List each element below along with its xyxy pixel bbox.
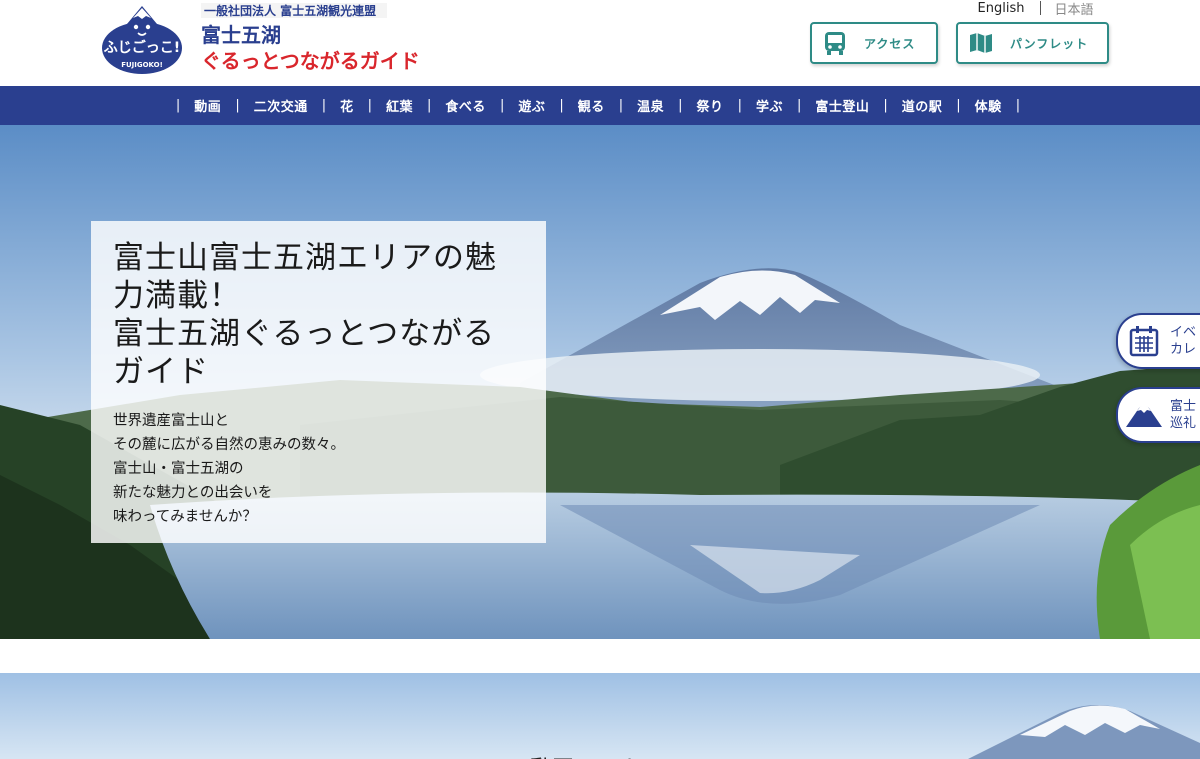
hero-text-line: 味わってみませんか？: [113, 509, 257, 525]
hero-text-line: 新たな魅力との出会いを: [113, 485, 273, 501]
nav-divider: |: [427, 98, 432, 113]
mountain-icon: [1118, 401, 1170, 429]
site-logo[interactable]: ふじごっこ! FUJIGOKO! 一般社団法人 富士五湖観光連盟 富士五湖 ぐる…: [100, 0, 440, 80]
bus-icon: [812, 24, 858, 62]
event-calendar-line: カレ: [1170, 342, 1197, 357]
nav-divider: |: [956, 98, 961, 113]
nav-item-fuji-climbing[interactable]: 富士登山: [807, 96, 877, 115]
nav-divider: |: [559, 98, 564, 113]
hero-title-line: ガイド: [113, 354, 209, 390]
access-label: アクセス: [864, 36, 916, 51]
logo-mascot-text: ふじごっこ!: [104, 39, 180, 56]
nav-divider: |: [883, 98, 888, 113]
fuji-pilgrimage-label: 富士 巡礼: [1170, 398, 1196, 432]
access-button[interactable]: アクセス: [810, 22, 938, 64]
hero-text-line: 富士山・富士五湖の: [113, 461, 244, 477]
nav-divider: |: [1015, 98, 1021, 113]
nav-item-video[interactable]: 動画: [186, 96, 229, 115]
nav-item-eat[interactable]: 食べる: [437, 96, 494, 115]
hero-text-panel: 富士山富士五湖エリアの魅 力満載！ 富士五湖ぐるっとつながる ガイド 世界遺産富…: [91, 221, 546, 543]
nav-divider: |: [367, 98, 373, 113]
event-calendar-line: イベ: [1170, 325, 1197, 340]
hero-title: 富士山富士五湖エリアの魅 力満載！ 富士五湖ぐるっとつながる ガイド: [113, 239, 526, 391]
video-section-banner: [0, 673, 1200, 759]
nav-divider: |: [235, 98, 240, 113]
hero-title-line: 富士山富士五湖エリアの魅: [113, 240, 497, 276]
main-nav: | 動画 | 二次交通 | 花 | 紅葉 | 食べる | 遊ぶ | 観る | 温…: [0, 86, 1200, 125]
logo-mascot-sub: FUJIGOKO!: [121, 61, 163, 69]
hero-title-line: 力満載！: [113, 278, 241, 314]
video-section-background-image: [0, 673, 1200, 759]
fuji-pilgrimage-line: 巡礼: [1170, 416, 1197, 431]
nav-item-secondary-transport[interactable]: 二次交通: [246, 96, 316, 115]
nav-divider: |: [678, 98, 683, 113]
nav-divider: |: [796, 98, 802, 113]
nav-item-festivals[interactable]: 祭り: [689, 96, 732, 115]
event-calendar-label: イベ カレ: [1170, 324, 1196, 358]
site-header: ふじごっこ! FUJIGOKO! 一般社団法人 富士五湖観光連盟 富士五湖 ぐる…: [0, 0, 1200, 86]
lang-divider: [1040, 1, 1041, 15]
calendar-icon: [1118, 325, 1170, 357]
hero-section: 富士山富士五湖エリアの魅 力満載！ 富士五湖ぐるっとつながる ガイド 世界遺産富…: [0, 125, 1200, 639]
nav-divider: |: [321, 98, 327, 113]
map-icon: [958, 24, 1004, 62]
video-section-title: 動画コーナー: [530, 751, 662, 759]
nav-divider: |: [737, 98, 742, 113]
fuji-pilgrimage-line: 富士: [1170, 399, 1197, 414]
nav-divider: |: [618, 98, 624, 113]
nav-item-roadside-station[interactable]: 道の駅: [894, 96, 951, 115]
site-title-line1: 富士五湖: [201, 23, 281, 47]
event-calendar-tab[interactable]: イベ カレ: [1116, 313, 1200, 369]
nav-item-experience[interactable]: 体験: [967, 96, 1010, 115]
pamphlet-label: パンフレット: [1010, 36, 1089, 51]
nav-item-learn[interactable]: 学ぶ: [748, 96, 791, 115]
hero-text-line: 世界遺産富士山と: [113, 413, 229, 429]
nav-item-flowers[interactable]: 花: [332, 96, 362, 115]
hero-title-line: 富士五湖ぐるっとつながる: [113, 316, 496, 352]
nav-divider: |: [175, 98, 181, 113]
pamphlet-button[interactable]: パンフレット: [956, 22, 1109, 64]
hero-description: 世界遺産富士山と その麓に広がる自然の恵みの数々。 富士山・富士五湖の 新たな魅…: [113, 409, 526, 529]
lang-english-link[interactable]: English: [970, 1, 1032, 16]
org-name: 一般社団法人 富士五湖観光連盟: [204, 3, 376, 18]
fuji-pilgrimage-tab[interactable]: 富士 巡礼: [1116, 387, 1200, 443]
nav-item-hot-springs[interactable]: 温泉: [629, 96, 672, 115]
lang-japanese-link[interactable]: 日本語: [1049, 0, 1099, 18]
nav-item-sightseeing[interactable]: 観る: [570, 96, 613, 115]
nav-item-play[interactable]: 遊ぶ: [510, 96, 553, 115]
video-section: 動画コーナー: [0, 639, 1200, 759]
nav-item-autumn-leaves[interactable]: 紅葉: [378, 96, 421, 115]
nav-divider: |: [499, 98, 505, 113]
language-switcher: English 日本語: [970, 0, 1099, 18]
site-title-line2: ぐるっとつながるガイド: [201, 49, 420, 73]
hero-text-line: その麓に広がる自然の恵みの数々。: [113, 437, 345, 453]
